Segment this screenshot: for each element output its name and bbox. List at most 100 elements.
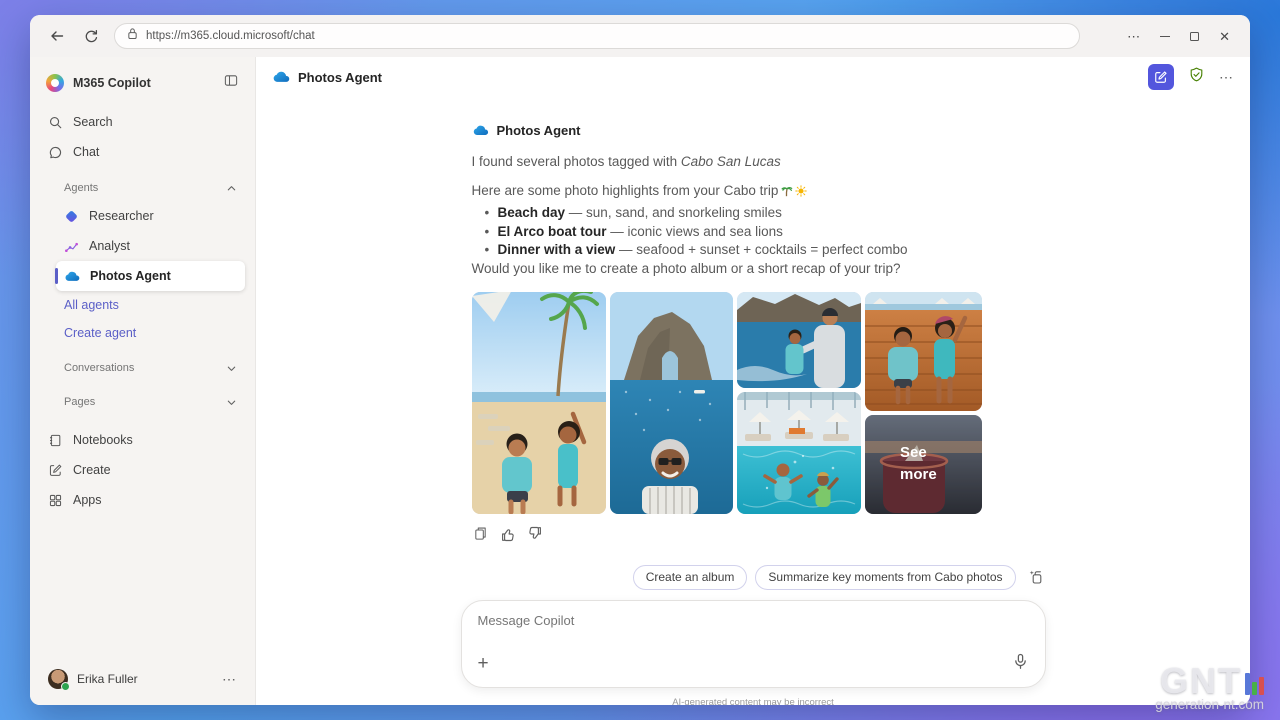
- chat-area[interactable]: Photos Agent I found several photos tagg…: [256, 97, 1250, 705]
- search-icon: [48, 115, 63, 130]
- sidebar-item-apps[interactable]: Apps: [40, 485, 245, 515]
- cloud-icon: [272, 71, 290, 83]
- sidebar-item-chat[interactable]: Chat: [40, 137, 245, 167]
- sidebar-item-analyst[interactable]: Analyst: [56, 231, 245, 261]
- cloud-icon: [64, 271, 80, 282]
- highlights-list: Beach day — sun, sand, and snorkeling sm…: [461, 204, 1046, 260]
- message-actions: [461, 525, 1046, 543]
- sidebar-item-label: Search: [73, 115, 113, 129]
- chevron-up-icon: [226, 183, 237, 194]
- bullet-rest: — sun, sand, and snorkeling smiles: [565, 205, 782, 220]
- view-prompts-icon[interactable]: [1024, 566, 1046, 588]
- sidebar-item-notebooks[interactable]: Notebooks: [40, 425, 245, 455]
- conversation-title: Photos Agent: [298, 70, 382, 85]
- ai-disclaimer: AI-generated content may be incorrect: [461, 697, 1046, 706]
- create-agent-link[interactable]: Create agent: [40, 319, 245, 347]
- user-name: Erika Fuller: [77, 672, 138, 686]
- bullet-bold: Beach day: [498, 205, 566, 220]
- sidebar-item-label: Chat: [73, 145, 99, 159]
- address-bar[interactable]: https://m365.cloud.microsoft/chat: [114, 23, 1080, 49]
- message-input[interactable]: [478, 613, 1029, 628]
- browser-menu-icon[interactable]: ⋯: [1127, 30, 1140, 43]
- section-pages[interactable]: Pages: [40, 389, 245, 415]
- chat-icon: [48, 145, 63, 160]
- avatar: [48, 669, 68, 689]
- list-item: El Arco boat tour — iconic views and sea…: [498, 223, 1046, 242]
- add-attachment-button[interactable]: +: [478, 654, 489, 673]
- chip-create-album[interactable]: Create an album: [633, 565, 748, 590]
- lock-icon: [127, 27, 138, 45]
- app-title: M365 Copilot: [73, 76, 151, 90]
- minimize-icon[interactable]: [1160, 36, 1170, 37]
- user-account[interactable]: Erika Fuller ⋯: [40, 663, 245, 695]
- browser-window: https://m365.cloud.microsoft/chat ⋯ ✕ M3…: [30, 15, 1250, 705]
- message-composer[interactable]: +: [461, 600, 1046, 688]
- sidebar-item-create[interactable]: Create: [40, 455, 245, 485]
- section-label: Pages: [64, 396, 95, 408]
- copilot-logo-icon: [46, 74, 64, 92]
- new-chat-button[interactable]: [1148, 64, 1174, 90]
- sidebar-item-label: Photos Agent: [90, 269, 171, 283]
- bullet-bold: Dinner with a view: [498, 242, 616, 257]
- chip-summarize-moments[interactable]: Summarize key moments from Cabo photos: [755, 565, 1015, 590]
- sidebar-header: M365 Copilot: [40, 67, 245, 107]
- all-agents-link[interactable]: All agents: [40, 291, 245, 319]
- back-button[interactable]: [46, 25, 68, 47]
- section-label: Conversations: [64, 362, 134, 374]
- sidebar-item-label: Notebooks: [73, 433, 133, 447]
- sidebar-item-photos-agent[interactable]: Photos Agent: [56, 261, 245, 291]
- sidebar-item-search[interactable]: Search: [40, 107, 245, 137]
- bullet-bold: El Arco boat tour: [498, 224, 607, 239]
- notebook-icon: [48, 433, 63, 448]
- message-paragraph-question: Would you like me to create a photo albu…: [461, 260, 1046, 278]
- message-sender-name: Photos Agent: [497, 123, 581, 138]
- beach-kids-photo[interactable]: [472, 292, 606, 514]
- refresh-button[interactable]: [80, 25, 102, 47]
- link-label: All agents: [64, 298, 119, 312]
- thumbs-up-button[interactable]: [499, 525, 517, 543]
- apps-grid-icon: [48, 493, 63, 508]
- sidebar-item-researcher[interactable]: Researcher: [56, 201, 245, 231]
- browser-toolbar: https://m365.cloud.microsoft/chat ⋯ ✕: [30, 15, 1250, 57]
- analyst-agent-icon: [64, 239, 79, 254]
- privacy-shield-icon[interactable]: [1188, 66, 1205, 88]
- main-content: Photos Agent ⋯: [256, 57, 1250, 705]
- suggestion-chips: Create an album Summarize key moments fr…: [461, 565, 1046, 590]
- resort-pool-photo[interactable]: [737, 392, 861, 514]
- url-text: https://m365.cloud.microsoft/chat: [146, 30, 315, 42]
- researcher-agent-icon: [64, 209, 79, 224]
- sun-emoji-icon: [795, 184, 807, 202]
- sidebar-item-label: Apps: [73, 493, 102, 507]
- see-more-overlay: See more: [865, 415, 982, 514]
- microphone-button[interactable]: [1012, 653, 1029, 675]
- see-more-text: See more: [900, 442, 946, 486]
- desktop-background: https://m365.cloud.microsoft/chat ⋯ ✕ M3…: [0, 0, 1280, 720]
- highlights-text: Here are some photo highlights from your…: [472, 183, 779, 198]
- see-more-card[interactable]: See more: [865, 415, 982, 514]
- window-controls: ⋯ ✕: [1127, 30, 1234, 43]
- close-icon[interactable]: ✕: [1219, 30, 1230, 43]
- found-prefix: I found several photos tagged with: [472, 154, 681, 169]
- section-label: Agents: [64, 182, 98, 194]
- bullet-rest: — iconic views and sea lions: [607, 224, 783, 239]
- chip-label: Create an album: [646, 570, 735, 584]
- deck-kids-photo[interactable]: [865, 292, 982, 411]
- section-conversations[interactable]: Conversations: [40, 355, 245, 381]
- boat-tour-photo[interactable]: [737, 292, 861, 388]
- conversation-header: Photos Agent ⋯: [256, 57, 1250, 97]
- el-arco-selfie-photo[interactable]: [610, 292, 733, 514]
- copy-button[interactable]: [472, 525, 490, 543]
- palm-tree-emoji-icon: [780, 184, 793, 202]
- sidebar-item-label: Create: [73, 463, 111, 477]
- sidebar-item-label: Researcher: [89, 209, 154, 223]
- thumbs-down-button[interactable]: [526, 525, 544, 543]
- header-more-icon[interactable]: ⋯: [1219, 69, 1234, 86]
- collapse-panel-icon[interactable]: [223, 73, 239, 93]
- section-agents[interactable]: Agents: [40, 175, 245, 201]
- message-paragraph-highlights: Here are some photo highlights from your…: [461, 182, 1046, 202]
- bullet-rest: — seafood + sunset + cocktails = perfect…: [615, 242, 907, 257]
- user-more-icon[interactable]: ⋯: [222, 671, 237, 688]
- link-label: Create agent: [64, 326, 136, 340]
- chip-label: Summarize key moments from Cabo photos: [768, 570, 1002, 584]
- maximize-icon[interactable]: [1190, 32, 1199, 41]
